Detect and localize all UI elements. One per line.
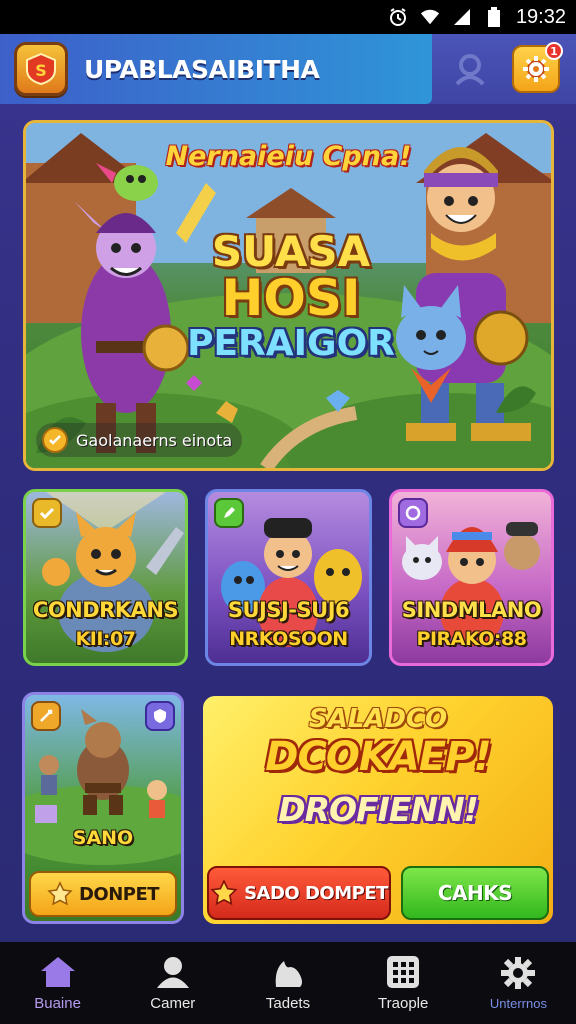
nav-item-tadets[interactable]: Tadets <box>230 942 345 1024</box>
card-4-title: SANO <box>72 827 134 849</box>
bottom-navigation: Buaine Camer Tadets Traople Unterrnos <box>0 942 576 1024</box>
wifi-icon <box>420 7 440 27</box>
person-icon <box>156 956 189 988</box>
mode-card-1[interactable]: CONDRKANS KII:07 <box>23 489 188 666</box>
sado-dompet-label: SADO DOMPET <box>244 882 388 904</box>
card-1-subtitle: KII:07 <box>75 628 136 650</box>
status-time: 19:32 <box>515 5 566 28</box>
signal-icon <box>452 7 472 27</box>
cahks-label: CAHKS <box>437 881 513 905</box>
check-coin-icon <box>42 427 68 453</box>
card-2-title: SUJSJ-SUJ6 <box>227 598 350 622</box>
nav-label-unterrnos: Unterrnos <box>489 995 547 1011</box>
check-badge-icon <box>32 498 62 528</box>
chat-badge-icon <box>398 498 428 528</box>
battery-icon <box>484 7 504 27</box>
grid-icon <box>387 955 420 988</box>
svg-text:S: S <box>35 61 47 80</box>
hero-title-line3: PERAIGOR <box>187 323 395 364</box>
gear-icon <box>523 56 549 82</box>
donpet-button[interactable]: DONPET <box>29 871 177 917</box>
mode-card-2[interactable]: SUJSJ-SUJ6 NRKOSOON <box>205 489 372 666</box>
donpet-button-label: DONPET <box>78 883 160 905</box>
app-header: S UPABLASAIBITHA 1 <box>0 34 576 104</box>
card-3-title: SINDMLANO <box>401 598 542 622</box>
hero-banner[interactable]: Nernaieiu Cpna! SUASA HOSI PERAIGOR Gaol… <box>23 120 554 471</box>
nav-label-tadets: Tadets <box>265 994 311 1012</box>
hero-caption-text: Gaolanaerns einota <box>76 430 233 450</box>
card-1-title: CONDRKANS <box>32 598 179 622</box>
nav-item-traople[interactable]: Traople <box>346 942 461 1024</box>
app-logo[interactable]: S <box>14 42 68 96</box>
star-icon <box>47 881 73 906</box>
card-3-subtitle: PIRAKO:88 <box>416 628 527 650</box>
mode-card-4[interactable]: SANO DONPET <box>22 692 184 924</box>
status-bar: 19:32 <box>0 0 576 34</box>
hero-caption: Gaolanaerns einota <box>36 423 243 457</box>
home-icon <box>40 956 75 987</box>
nav-item-camer[interactable]: Camer <box>115 942 230 1024</box>
sado-dompet-button[interactable]: SADO DOMPET <box>207 866 391 920</box>
nav-item-unterrnos[interactable]: Unterrnos <box>461 942 576 1024</box>
hand-icon <box>275 960 302 987</box>
profile-button[interactable] <box>446 45 494 93</box>
cahks-button[interactable]: CAHKS <box>401 866 549 920</box>
shield-logo-icon: S <box>26 52 56 86</box>
profile-icon <box>455 54 485 86</box>
hero-headline: Nernaieiu Cpna! <box>165 141 412 172</box>
shield-badge-icon <box>145 701 175 731</box>
sword-badge-icon <box>31 701 61 731</box>
nav-label-traople: Traople <box>378 994 429 1012</box>
alarm-icon <box>388 7 408 27</box>
mode-card-3[interactable]: SINDMLANO PIRAKO:88 <box>389 489 554 666</box>
promo-line1: SALADCO <box>308 704 448 734</box>
title-bar: S UPABLASAIBITHA <box>0 34 432 104</box>
hero-title-line2: HOSI <box>221 269 361 327</box>
settings-button[interactable]: 1 <box>512 42 563 93</box>
notification-badge: 1 <box>545 42 563 60</box>
promo-line3: DROFIENN! <box>278 790 479 829</box>
promo-panel[interactable]: SALADCO DCOKAEP! DROFIENN! SADO DOMPET C… <box>203 696 553 924</box>
gear-icon <box>501 956 536 989</box>
edit-badge-icon <box>214 498 244 528</box>
nav-label-home: Buaine <box>34 994 81 1012</box>
nav-label-camer: Camer <box>150 994 196 1012</box>
star-icon <box>210 879 238 906</box>
app-title: UPABLASAIBITHA <box>84 54 320 84</box>
card-2-subtitle: NRKOSOON <box>229 628 348 650</box>
promo-line2: DCOKAEP! <box>265 734 491 780</box>
nav-item-home[interactable]: Buaine <box>0 942 115 1024</box>
